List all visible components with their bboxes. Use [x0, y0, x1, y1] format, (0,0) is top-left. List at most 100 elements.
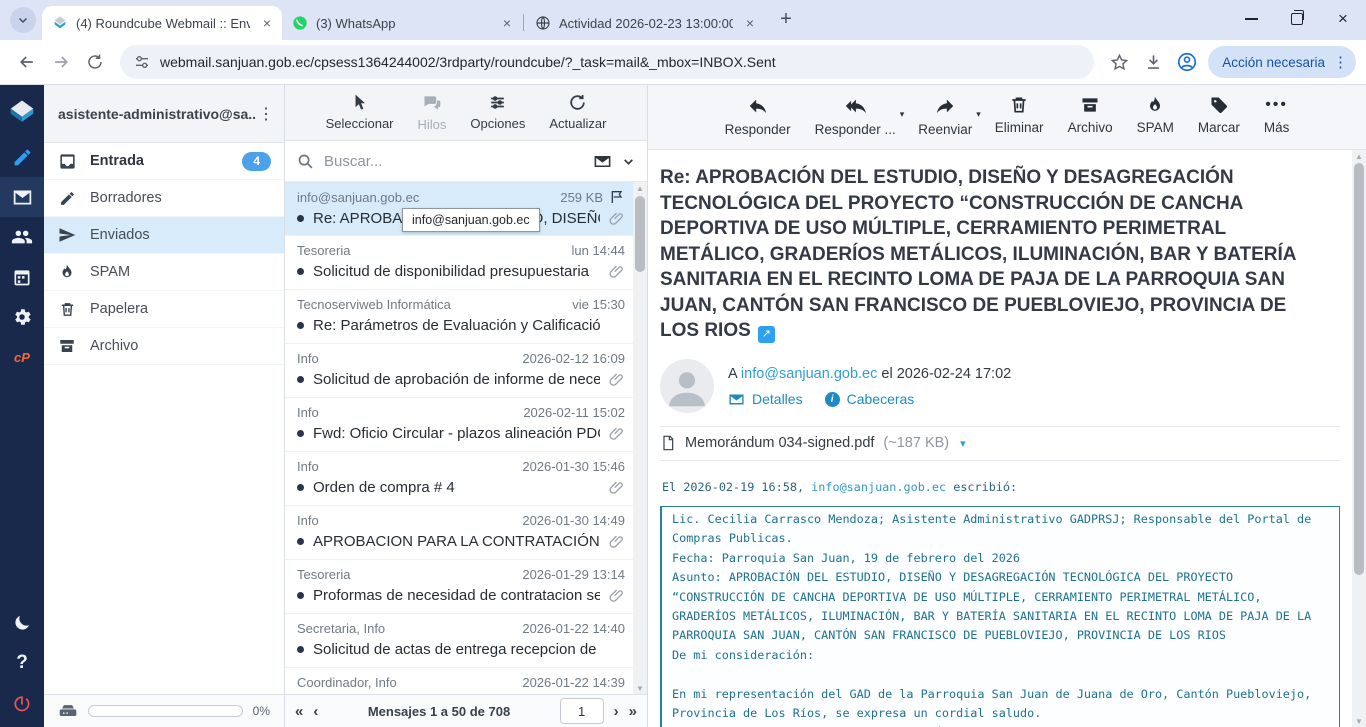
message-row[interactable]: Coordinador, Info2026-01-22 14:39: [285, 668, 633, 694]
reply-button[interactable]: Responder: [713, 95, 803, 149]
mail-scroll-thumb[interactable]: [1354, 163, 1364, 575]
tab-close-icon[interactable]: ×: [498, 14, 516, 32]
folder-panel: asistente-administrativo@sa... ⋮ Entrada…: [44, 85, 285, 727]
bookmark-star-button[interactable]: [1102, 45, 1136, 79]
attachment-menu-icon[interactable]: ▾: [960, 437, 966, 450]
recipient-link[interactable]: info@sanjuan.gob.ec: [741, 366, 877, 382]
unread-dot: [297, 592, 304, 599]
details-link[interactable]: Detalles: [728, 391, 803, 408]
download-button[interactable]: [1136, 45, 1170, 79]
next-page-icon[interactable]: ›: [614, 703, 619, 720]
forward-button[interactable]: Reenviar: [906, 95, 984, 149]
message-row[interactable]: Info2026-02-12 16:09 Solicitud de aproba…: [285, 344, 633, 398]
settings-nav-button[interactable]: [0, 297, 44, 337]
prev-page-icon[interactable]: ‹: [313, 703, 318, 720]
page-number-input[interactable]: [560, 698, 604, 724]
list-scroll-thumb[interactable]: [635, 196, 645, 272]
message-row[interactable]: Secretaria, Info2026-01-22 14:40 Solicit…: [285, 614, 633, 668]
search-input[interactable]: Buscar...: [324, 153, 583, 170]
external-link-icon[interactable]: ↗: [758, 326, 775, 343]
attachment-icon: [609, 588, 625, 604]
more-button[interactable]: ••• Más: [1252, 95, 1302, 149]
folder-borradores[interactable]: Borradores: [44, 180, 284, 217]
close-window-button[interactable]: ×: [1320, 0, 1366, 38]
folder-enviados[interactable]: Enviados: [44, 217, 284, 254]
last-page-icon[interactable]: »: [629, 703, 637, 720]
message-row[interactable]: Info2026-01-30 15:46 Orden de compra # 4: [285, 452, 633, 506]
calendar-nav-button[interactable]: [0, 257, 44, 297]
attachment-row: Memorándum 034-signed.pdf (~187 KB) ▾: [660, 426, 1340, 461]
mail-scrollbar[interactable]: ▲ ▼: [1352, 150, 1366, 727]
reply-all-button[interactable]: Responder ...: [803, 95, 908, 149]
message-row[interactable]: Info2026-02-11 15:02 Fwd: Oficio Circula…: [285, 398, 633, 452]
first-page-icon[interactable]: «: [295, 703, 303, 720]
mail-nav-button[interactable]: [0, 177, 44, 217]
logout-button[interactable]: [0, 683, 44, 723]
scroll-down-icon[interactable]: ▼: [633, 682, 647, 694]
message-meta: 259 KB: [560, 190, 603, 205]
url-text[interactable]: webmail.sanjuan.gob.ec/cpsess1364244002/…: [160, 54, 776, 70]
delete-button[interactable]: Eliminar: [983, 95, 1056, 149]
select-button[interactable]: Seleccionar: [319, 93, 401, 140]
message-row[interactable]: Tesoreria2026-01-29 13:14 Proformas de n…: [285, 560, 633, 614]
tab-actividad[interactable]: Actividad 2026-02-23 13:00:00 ×: [525, 6, 765, 40]
headers-link[interactable]: i Cabeceras: [825, 391, 915, 407]
folder-label: Archivo: [90, 338, 138, 354]
task-rail: cP ?: [0, 85, 44, 727]
message-row[interactable]: info@sanjuan.gob.ec259 KB Re: APROBACIÓN…: [285, 182, 633, 236]
chrome-menu-icon[interactable]: ⋮: [1333, 53, 1348, 71]
tab-roundcube[interactable]: (4) Roundcube Webmail :: Envia ×: [42, 6, 282, 40]
compose-button[interactable]: [0, 137, 44, 177]
message-row[interactable]: Info2026-01-30 14:49 APROBACION PARA LA …: [285, 506, 633, 560]
scroll-down-icon[interactable]: ▼: [1352, 715, 1366, 727]
maximize-button[interactable]: [1274, 0, 1320, 38]
tab-close-icon[interactable]: ×: [741, 14, 759, 32]
forward-button[interactable]: [44, 45, 78, 79]
message-row[interactable]: Tecnoserviweb Informáticavie 15:30 Re: P…: [285, 290, 633, 344]
message-row[interactable]: Tesorerialun 14:44 Solicitud de disponib…: [285, 236, 633, 290]
omnibox[interactable]: webmail.sanjuan.gob.ec/cpsess1364244002/…: [120, 45, 1094, 79]
reply-all-dropdown-icon[interactable]: ▾: [900, 109, 905, 149]
contacts-nav-button[interactable]: [0, 217, 44, 257]
back-button[interactable]: [10, 45, 44, 79]
reload-button[interactable]: [78, 45, 112, 79]
spam-button[interactable]: SPAM: [1125, 95, 1186, 149]
options-button[interactable]: Opciones: [463, 93, 532, 140]
dark-mode-toggle[interactable]: [0, 603, 44, 643]
tab-search-button[interactable]: [10, 7, 36, 33]
mark-button[interactable]: Marcar: [1186, 95, 1252, 149]
search-options-chevron-icon[interactable]: [622, 155, 635, 168]
search-scope-mail-icon[interactable]: [593, 152, 612, 171]
unread-dot: [297, 484, 304, 491]
profile-button[interactable]: [1170, 45, 1204, 79]
help-button[interactable]: ?: [0, 643, 44, 683]
list-scrollbar[interactable]: ▲ ▼: [633, 182, 647, 694]
flag-icon[interactable]: [609, 189, 625, 205]
message-from: Info: [297, 459, 516, 474]
scroll-up-icon[interactable]: ▲: [633, 182, 647, 194]
intro-sender-link[interactable]: info@sanjuan.gob.ec: [811, 480, 946, 494]
folder-entrada[interactable]: Entrada 4: [44, 143, 284, 180]
action-needed-chip[interactable]: Acción necesaria ⋮: [1208, 46, 1356, 78]
message-view-panel: Responder Responder ... ▾ Reenviar ▾ Eli…: [648, 85, 1366, 727]
reload-icon: [86, 53, 104, 71]
attachment-icon: [609, 372, 625, 388]
folder-papelera[interactable]: Papelera: [44, 291, 284, 328]
forward-dropdown-icon[interactable]: ▾: [976, 109, 981, 149]
account-menu-icon[interactable]: ⋮: [256, 104, 276, 124]
scroll-up-icon[interactable]: ▲: [1352, 150, 1366, 162]
site-settings-icon[interactable]: [134, 54, 150, 70]
folder-archivo[interactable]: Archivo: [44, 328, 284, 365]
archive-button[interactable]: Archivo: [1056, 95, 1125, 149]
minimize-button[interactable]: [1228, 0, 1274, 38]
tab-close-icon[interactable]: ×: [258, 14, 276, 32]
attachment-name[interactable]: Memorándum 034-signed.pdf: [685, 435, 874, 451]
cpanel-link[interactable]: cP: [0, 337, 44, 377]
quote-intro: El 2026-02-19 16:58, info@sanjuan.gob.ec…: [660, 478, 1340, 497]
new-tab-button[interactable]: +: [773, 6, 799, 32]
tab-whatsapp[interactable]: (3) WhatsApp ×: [282, 6, 522, 40]
threads-button[interactable]: Hilos: [411, 93, 454, 140]
folder-spam[interactable]: SPAM: [44, 254, 284, 291]
refresh-button[interactable]: Actualizar: [542, 93, 613, 140]
chevron-down-icon: [17, 14, 29, 26]
